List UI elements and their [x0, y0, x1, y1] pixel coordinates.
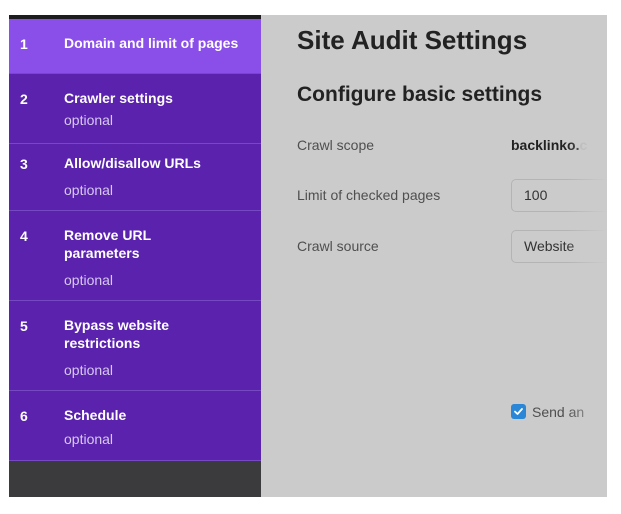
step-crawler-settings[interactable]: 2 Crawler settings optional [9, 74, 261, 144]
steps-sidebar: 1 Domain and limit of pages 2 Crawler se… [9, 15, 261, 497]
step-bypass-website-restrictions[interactable]: 5 Bypass website restrictions optional [9, 301, 261, 391]
step-number: 1 [20, 36, 28, 52]
send-checkbox-label: Send an [532, 403, 585, 420]
checked-checkbox-icon[interactable] [511, 404, 526, 420]
limit-pages-label: Limit of checked pages [297, 187, 441, 203]
step-optional-label: optional [64, 362, 114, 378]
crawl-scope-domain: backlinko. [511, 137, 580, 153]
step-title: Schedule [64, 407, 127, 423]
limit-pages-input[interactable]: 100 [511, 179, 607, 212]
step-optional-label: optional [64, 182, 114, 198]
step-schedule[interactable]: 6 Schedule optional [9, 391, 261, 461]
crawl-source-label: Crawl source [297, 238, 379, 254]
step-optional-label: optional [64, 272, 114, 288]
step-number: 4 [20, 228, 28, 244]
crawl-source-select[interactable]: Website [511, 230, 607, 263]
settings-panel: 1 Domain and limit of pages 2 Crawler se… [9, 15, 607, 497]
step-optional-label: optional [64, 112, 114, 128]
step-title: Allow/disallow URLs [64, 155, 201, 171]
step-optional-label: optional [64, 431, 114, 447]
section-title: Configure basic settings [297, 83, 543, 106]
main-content: Site Audit Settings Configure basic sett… [261, 15, 607, 497]
send-checkbox-row[interactable]: Send an [511, 403, 584, 421]
step-number: 2 [20, 91, 28, 107]
page-title: Site Audit Settings [297, 25, 528, 55]
step-number: 5 [20, 318, 28, 334]
step-allow-disallow-urls[interactable]: 3 Allow/disallow URLs optional [9, 144, 261, 211]
step-title: Crawler settings [64, 90, 173, 106]
step-number: 6 [20, 408, 28, 424]
step-title: Domain and limit of pages [64, 35, 239, 51]
step-title: Bypass website restrictions [64, 317, 170, 351]
crawl-scope-label: Crawl scope [297, 137, 375, 153]
step-number: 3 [20, 156, 28, 172]
step-remove-url-parameters[interactable]: 4 Remove URL parameters optional [9, 211, 261, 301]
crawl-scope-value: backlinko.c [511, 137, 587, 153]
crawl-scope-domain-cut: c [579, 137, 588, 153]
step-domain-and-limit[interactable]: 1 Domain and limit of pages [9, 19, 261, 74]
step-title: Remove URL parameters [64, 227, 151, 261]
